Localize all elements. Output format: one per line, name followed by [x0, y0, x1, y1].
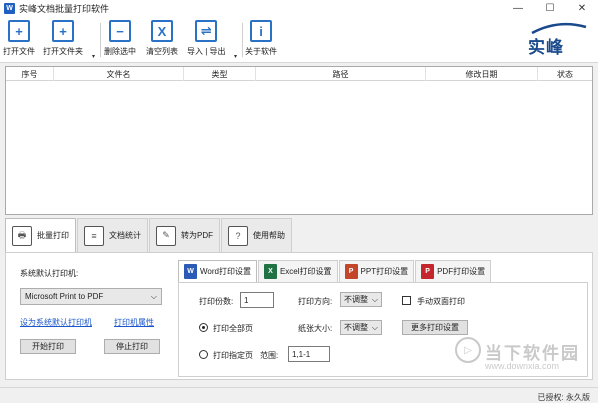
tab-label: PDF打印设置	[437, 267, 486, 276]
license-status: 已授权: 永久版	[537, 393, 590, 402]
open-folder-button[interactable]: + 打开文件夹	[43, 20, 83, 57]
pdf-icon: P	[421, 264, 435, 279]
word-icon: W	[184, 264, 197, 279]
remove-selected-button[interactable]: − 删除选中	[104, 20, 136, 57]
window-title: 实峰文档批量打印软件	[19, 4, 110, 14]
tab-label: 转为PDF	[181, 231, 213, 240]
add-folder-icon: +	[52, 20, 74, 42]
app-icon: W	[4, 3, 15, 14]
open-folder-label: 打开文件夹	[43, 47, 83, 56]
powerpoint-icon: P	[344, 264, 358, 279]
import-export-icon: ⇌	[195, 20, 218, 42]
file-list-table[interactable]: 序号 文件名 类型 路径 修改日期 状态	[5, 66, 593, 215]
tab-label: 使用帮助	[253, 231, 285, 240]
tab-label: Word打印设置	[200, 267, 251, 276]
open-file-label: 打开文件	[3, 47, 35, 56]
printer-select[interactable]: Microsoft Print to PDF ⌵	[20, 288, 162, 305]
title-bar: W 实峰文档批量打印软件 — ☐ ✕	[0, 0, 598, 17]
excel-icon: X	[263, 264, 277, 279]
paper-size-select[interactable]: 不调整 ⌵	[340, 320, 382, 335]
chevron-down-icon: ⌵	[371, 294, 378, 304]
minimize-button[interactable]: —	[502, 0, 534, 17]
tab-label: 文档统计	[109, 231, 141, 240]
clear-list-label: 清空列表	[146, 47, 178, 56]
watermark: ▷ 当下软件园 www.downxia.com	[455, 333, 595, 383]
range-input[interactable]: 1,1-1	[288, 346, 330, 362]
play-icon: ▷	[455, 337, 481, 363]
tab-label: 批量打印	[37, 231, 69, 240]
default-printer-label: 系统默认打印机:	[20, 269, 79, 278]
copies-label: 打印份数:	[199, 297, 234, 306]
open-folder-dropdown-icon[interactable]: ▾	[92, 53, 95, 60]
remove-selected-label: 删除选中	[104, 47, 136, 56]
print-all-label: 打印全部页	[213, 324, 253, 333]
manual-duplex-checkbox[interactable]	[402, 296, 411, 305]
set-default-printer-link[interactable]: 设为系统默认打印机	[20, 317, 92, 328]
open-file-button[interactable]: + 打开文件	[3, 20, 35, 57]
minus-icon: −	[109, 20, 131, 42]
clear-icon: X	[151, 20, 173, 42]
about-label: 关于软件	[245, 47, 277, 56]
toolbar: + 打开文件 + 打开文件夹 ▾ − 删除选中 X 清空列表 ⇌ 导入 | 导出…	[0, 17, 598, 63]
copies-input[interactable]: 1	[240, 292, 274, 308]
status-bar: 已授权: 永久版	[0, 387, 598, 403]
info-icon: i	[250, 20, 272, 42]
tab-label: Excel打印设置	[279, 267, 332, 276]
orientation-select[interactable]: 不调整 ⌵	[340, 292, 382, 307]
printer-icon: 🖶	[12, 225, 32, 246]
brand-logo: 实峰	[528, 21, 590, 61]
toolbar-separator	[242, 23, 243, 57]
maximize-button[interactable]: ☐	[534, 0, 566, 17]
stop-print-button[interactable]: 停止打印	[104, 339, 160, 354]
print-settings-tabs: W Word打印设置 X Excel打印设置 P PPT打印设置 P PDF打印…	[178, 260, 492, 282]
main-tabs: 🖶 批量打印 ≡ 文档统计 ✎ 转为PDF ? 使用帮助	[5, 218, 293, 252]
import-export-button[interactable]: ⇌ 导入 | 导出	[187, 20, 226, 57]
tab-convert-pdf[interactable]: ✎ 转为PDF	[149, 218, 220, 252]
table-header: 序号 文件名 类型 路径 修改日期 状态	[6, 67, 592, 81]
toolbar-separator	[100, 23, 101, 57]
tab-batch-print[interactable]: 🖶 批量打印	[5, 218, 76, 252]
import-export-dropdown-icon[interactable]: ▾	[234, 53, 237, 60]
tab-pdf-settings[interactable]: P PDF打印设置	[415, 260, 492, 282]
orientation-label: 打印方向:	[298, 297, 333, 306]
logo-text: 实峰	[528, 38, 564, 58]
column-header-modified-date[interactable]: 修改日期	[426, 67, 538, 81]
document-stats-icon: ≡	[84, 225, 104, 246]
paper-size-select-value: 不调整	[344, 323, 368, 332]
watermark-url: www.downxia.com	[485, 361, 560, 371]
column-header-status[interactable]: 状态	[538, 67, 592, 81]
chevron-down-icon: ⌵	[150, 291, 157, 301]
tab-ppt-settings[interactable]: P PPT打印设置	[338, 260, 415, 282]
column-header-index[interactable]: 序号	[6, 67, 54, 81]
chevron-down-icon: ⌵	[371, 322, 378, 332]
start-print-button[interactable]: 开始打印	[20, 339, 76, 354]
printer-select-value: Microsoft Print to PDF	[25, 292, 104, 301]
range-label: 范围:	[260, 351, 279, 360]
window-controls: — ☐ ✕	[502, 0, 598, 17]
convert-pdf-icon: ✎	[156, 225, 176, 246]
orientation-select-value: 不调整	[344, 295, 368, 304]
printer-properties-link[interactable]: 打印机属性	[114, 317, 154, 328]
print-all-radio[interactable]	[199, 323, 208, 332]
about-button[interactable]: i 关于软件	[245, 20, 277, 57]
paper-size-label: 纸张大小:	[298, 324, 333, 333]
print-pages-label: 打印指定页	[213, 351, 253, 360]
import-export-label: 导入 | 导出	[187, 47, 226, 56]
column-header-filename[interactable]: 文件名	[54, 67, 184, 81]
add-file-icon: +	[8, 20, 30, 42]
tab-document-stats[interactable]: ≡ 文档统计	[77, 218, 148, 252]
column-header-path[interactable]: 路径	[256, 67, 426, 81]
print-pages-radio[interactable]	[199, 350, 208, 359]
tab-help[interactable]: ? 使用帮助	[221, 218, 292, 252]
manual-duplex-label: 手动双面打印	[417, 297, 465, 306]
tab-word-settings[interactable]: W Word打印设置	[178, 260, 257, 282]
column-header-type[interactable]: 类型	[184, 67, 256, 81]
clear-list-button[interactable]: X 清空列表	[146, 20, 178, 57]
help-icon: ?	[228, 225, 248, 246]
close-button[interactable]: ✕	[566, 0, 598, 17]
tab-label: PPT打印设置	[360, 267, 409, 276]
tab-excel-settings[interactable]: X Excel打印设置	[257, 260, 338, 282]
